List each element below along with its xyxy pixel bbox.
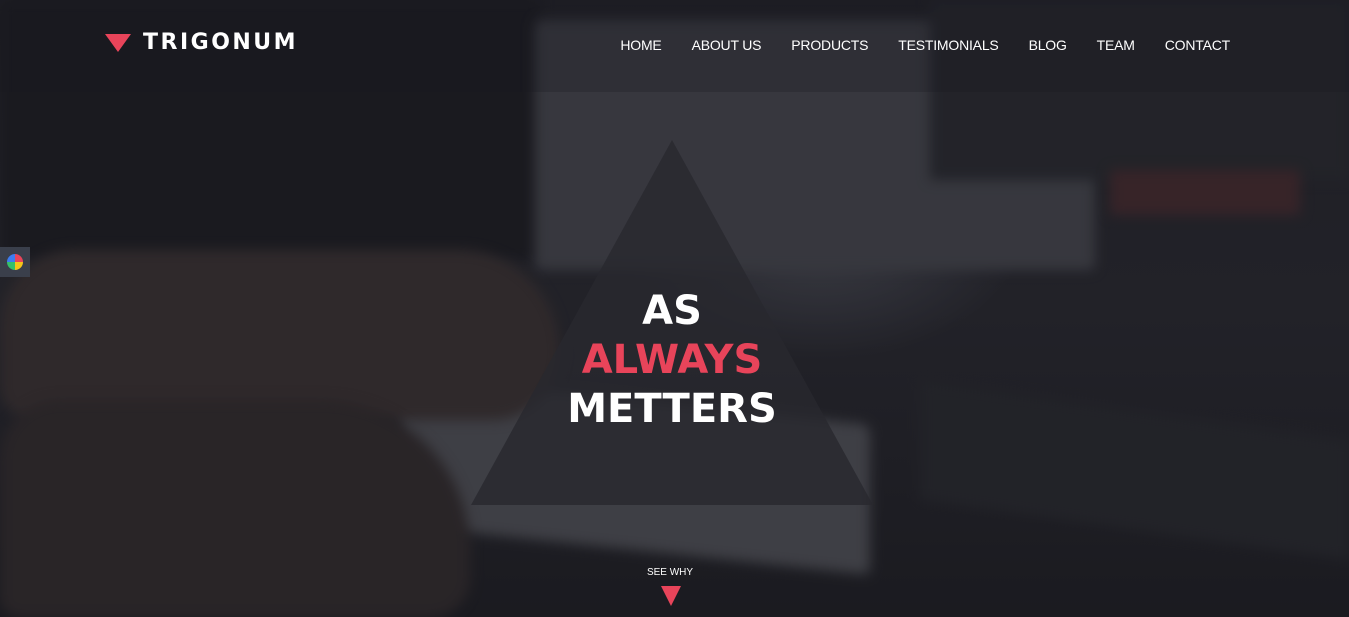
triangle-logo-icon bbox=[105, 33, 131, 52]
nav-item-blog[interactable]: BLOG bbox=[1029, 37, 1067, 53]
nav-item-contact[interactable]: CONTACT bbox=[1165, 37, 1230, 53]
headline-line-2: ALWAYS bbox=[581, 337, 763, 383]
nav-item-testimonials[interactable]: TESTIMONIALS bbox=[898, 37, 998, 53]
nav-item-about-us[interactable]: ABOUT US bbox=[692, 37, 762, 53]
see-why-link[interactable]: SEE WHY bbox=[620, 567, 720, 578]
side-widget-button[interactable] bbox=[0, 247, 30, 277]
down-triangle-icon[interactable] bbox=[661, 586, 681, 606]
headline-line-3: METTERS bbox=[567, 386, 777, 432]
nav-item-products[interactable]: PRODUCTS bbox=[791, 37, 868, 53]
headline-line-1: AS bbox=[642, 288, 702, 334]
main-nav: HOME ABOUT US PRODUCTS TESTIMONIALS BLOG… bbox=[620, 37, 1230, 53]
brand-logo[interactable]: TRIGONUM bbox=[105, 30, 298, 55]
nav-item-home[interactable]: HOME bbox=[620, 37, 661, 53]
pinwheel-icon bbox=[7, 254, 23, 270]
navbar: TRIGONUM HOME ABOUT US PRODUCTS TESTIMON… bbox=[0, 0, 1349, 92]
brand-name: TRIGONUM bbox=[143, 30, 299, 55]
nav-item-team[interactable]: TEAM bbox=[1097, 37, 1135, 53]
hero-headline: AS ALWAYS METTERS bbox=[471, 287, 873, 434]
